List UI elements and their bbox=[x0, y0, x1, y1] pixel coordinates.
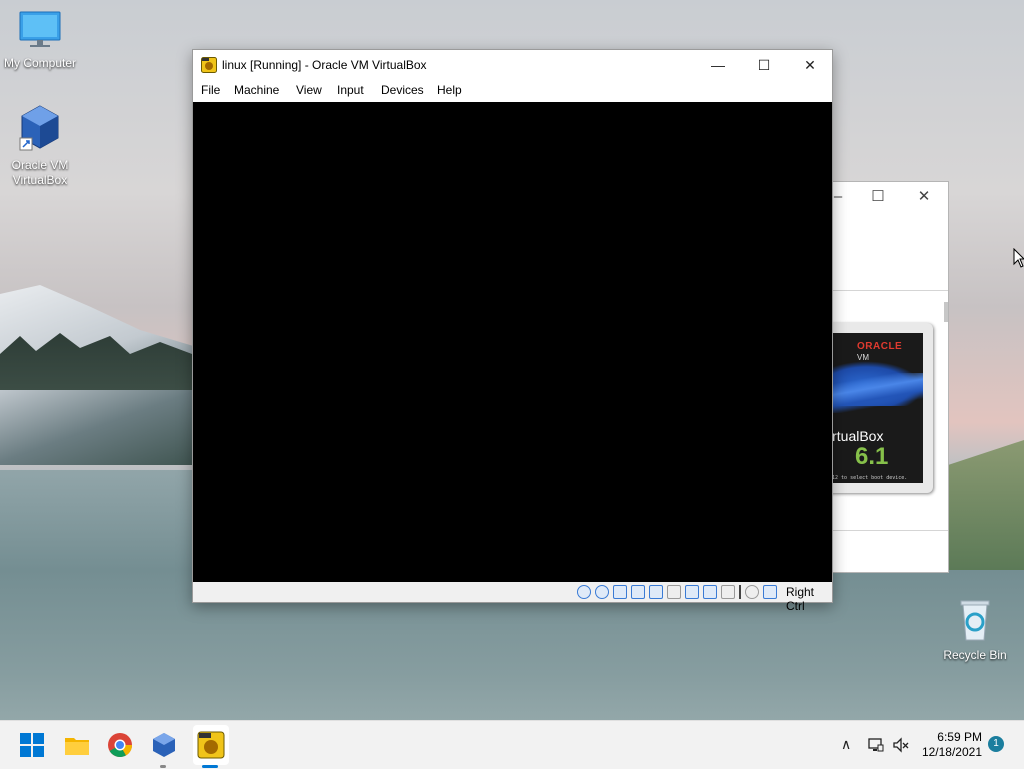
menu-bar: File Machine View Input Devices Help bbox=[193, 80, 832, 102]
menu-input[interactable]: Input bbox=[337, 83, 364, 97]
clock-date: 12/18/2021 bbox=[921, 745, 982, 759]
banner-oracle-text: ORACLE bbox=[857, 341, 903, 352]
maximize-icon[interactable]: ☐ bbox=[869, 188, 887, 206]
vm-running-taskbar-icon[interactable] bbox=[197, 731, 225, 759]
network-tray-icon[interactable] bbox=[867, 736, 885, 754]
window-title: linux [Running] - Oracle VM VirtualBox bbox=[222, 58, 427, 72]
background-window[interactable]: – ☐ ✕ ORACLE VM irtualBox 6.1 F12 to sel… bbox=[828, 181, 949, 573]
system-clock[interactable]: 6:59 PM 12/18/2021 bbox=[920, 730, 982, 760]
clock-time: 6:59 PM bbox=[937, 730, 982, 744]
vm-display[interactable] bbox=[193, 102, 832, 582]
volume-muted-icon[interactable] bbox=[892, 736, 910, 754]
banner-boot-hint: F12 to select boot device. bbox=[829, 475, 908, 481]
vm-status-bar: Right Ctrl bbox=[193, 582, 832, 613]
desktop-icon-label: My Computer bbox=[3, 56, 77, 70]
desktop-icon-my-computer[interactable]: My Computer bbox=[0, 10, 80, 71]
virtualbox-taskbar-icon[interactable] bbox=[150, 731, 178, 759]
taskbar: ∧ 6:59 PM 12/18/2021 bbox=[0, 720, 1024, 769]
status-separator bbox=[739, 585, 741, 599]
desktop-icon-label: Oracle VM VirtualBox bbox=[11, 158, 69, 187]
notification-badge[interactable]: 1 bbox=[988, 736, 1004, 752]
windows-start-icon[interactable] bbox=[18, 731, 46, 759]
hard-disk-icon[interactable] bbox=[577, 585, 591, 599]
keyboard-capture-icon[interactable] bbox=[763, 585, 777, 599]
recycle-bin-icon bbox=[935, 598, 1015, 646]
menu-machine[interactable]: Machine bbox=[234, 83, 279, 97]
vm-window-titlebar[interactable]: linux [Running] - Oracle VM VirtualBox —… bbox=[193, 50, 832, 80]
maximize-icon[interactable]: ☐ bbox=[741, 50, 787, 80]
close-icon[interactable]: ✕ bbox=[915, 188, 933, 206]
vm-os-icon bbox=[201, 57, 217, 73]
background-window-titlebar[interactable]: – ☐ ✕ bbox=[829, 182, 948, 212]
menu-file[interactable]: File bbox=[201, 83, 220, 97]
virtualbox-icon bbox=[0, 104, 80, 156]
vm-window[interactable]: linux [Running] - Oracle VM VirtualBox —… bbox=[192, 49, 833, 613]
chrome-icon[interactable] bbox=[106, 731, 134, 759]
menu-view[interactable]: View bbox=[296, 83, 322, 97]
desktop-icon-recycle-bin[interactable]: Recycle Bin bbox=[935, 598, 1015, 663]
usb-icon[interactable] bbox=[649, 585, 663, 599]
host-key-label[interactable]: Right Ctrl bbox=[786, 585, 832, 613]
desktop-icon-label: Recycle Bin bbox=[943, 648, 1007, 662]
menu-help[interactable]: Help bbox=[437, 83, 462, 97]
optical-drive-icon[interactable] bbox=[595, 585, 609, 599]
chevron-up-icon[interactable]: ∧ bbox=[841, 736, 851, 753]
divider bbox=[829, 530, 948, 531]
minimize-icon[interactable]: — bbox=[695, 50, 741, 80]
virtualbox-boot-banner: ORACLE VM irtualBox 6.1 F12 to select bo… bbox=[829, 323, 933, 493]
banner-version-text: 6.1 bbox=[855, 443, 889, 470]
divider bbox=[829, 290, 948, 291]
virtualbox-logo-image: ORACLE VM irtualBox 6.1 F12 to select bo… bbox=[829, 333, 923, 483]
mouse-cursor-icon bbox=[1013, 248, 1024, 268]
wallpaper-hill bbox=[945, 440, 1024, 570]
video-capture-icon[interactable] bbox=[703, 585, 717, 599]
shared-folders-icon[interactable] bbox=[667, 585, 681, 599]
display-icon[interactable] bbox=[685, 585, 699, 599]
menu-devices[interactable]: Devices bbox=[381, 83, 424, 97]
network-icon[interactable] bbox=[631, 585, 645, 599]
close-icon[interactable]: ✕ bbox=[787, 50, 833, 80]
scrollbar-thumb[interactable] bbox=[944, 302, 948, 322]
banner-vm-text: VM bbox=[857, 353, 869, 362]
banner-product-text: irtualBox bbox=[829, 428, 884, 444]
mouse-integration-icon[interactable] bbox=[745, 585, 759, 599]
audio-icon[interactable] bbox=[613, 585, 627, 599]
file-explorer-icon[interactable] bbox=[63, 731, 91, 759]
virtualization-icon[interactable] bbox=[721, 585, 735, 599]
desktop-icon-virtualbox[interactable]: Oracle VM VirtualBox bbox=[0, 104, 80, 188]
monitor-icon bbox=[0, 10, 80, 54]
